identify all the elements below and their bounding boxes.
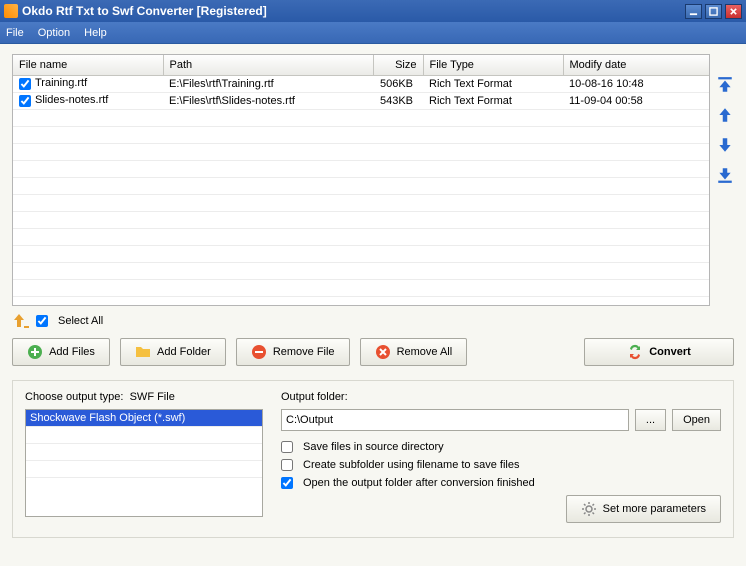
parent-folder-icon[interactable] <box>14 314 30 328</box>
cell-date: 11-09-04 00:58 <box>563 92 709 109</box>
col-filename[interactable]: File name <box>13 55 163 75</box>
menu-bar: File Option Help <box>0 22 746 44</box>
move-up-icon[interactable] <box>716 106 734 124</box>
convert-button[interactable]: Convert <box>584 338 734 366</box>
output-type-label: Choose output type: <box>25 391 123 403</box>
cell-date: 10-08-16 10:48 <box>563 75 709 92</box>
add-folder-button[interactable]: Add Folder <box>120 338 226 366</box>
menu-option[interactable]: Option <box>38 27 70 39</box>
opt-label: Create subfolder using filename to save … <box>303 459 519 471</box>
open-after-checkbox[interactable] <box>281 477 293 489</box>
cell-type: Rich Text Format <box>423 92 563 109</box>
save-in-source-checkbox[interactable] <box>281 441 293 453</box>
add-files-button[interactable]: Add Files <box>12 338 110 366</box>
cell-name: Training.rtf <box>35 77 87 89</box>
cell-path: E:\Files\rtf\Slides-notes.rtf <box>163 92 373 109</box>
select-all-label: Select All <box>58 315 103 327</box>
cell-size: 506KB <box>373 75 423 92</box>
set-more-parameters-button[interactable]: Set more parameters <box>566 495 721 523</box>
opt-label: Save files in source directory <box>303 441 444 453</box>
cell-type: Rich Text Format <box>423 75 563 92</box>
create-subfolder-checkbox[interactable] <box>281 459 293 471</box>
cell-path: E:\Files\rtf\Training.rtf <box>163 75 373 92</box>
col-path[interactable]: Path <box>163 55 373 75</box>
move-down-icon[interactable] <box>716 136 734 154</box>
gear-icon <box>581 501 597 517</box>
output-type-list[interactable]: Shockwave Flash Object (*.swf) <box>25 409 263 517</box>
table-row[interactable]: Training.rtf E:\Files\rtf\Training.rtf 5… <box>13 75 709 92</box>
list-item[interactable]: Shockwave Flash Object (*.swf) <box>26 410 262 426</box>
col-date[interactable]: Modify date <box>563 55 709 75</box>
menu-file[interactable]: File <box>6 27 24 39</box>
remove-all-icon <box>375 344 391 360</box>
maximize-button[interactable] <box>705 4 722 19</box>
reorder-arrows <box>716 54 734 306</box>
convert-icon <box>627 344 643 360</box>
col-size[interactable]: Size <box>373 55 423 75</box>
output-type-value: SWF File <box>130 391 175 403</box>
minimize-button[interactable] <box>685 4 702 19</box>
col-type[interactable]: File Type <box>423 55 563 75</box>
close-button[interactable] <box>725 4 742 19</box>
row-checkbox[interactable] <box>19 78 31 90</box>
output-folder-label: Output folder: <box>281 391 721 403</box>
select-all-checkbox[interactable] <box>36 315 48 327</box>
cell-name: Slides-notes.rtf <box>35 94 108 106</box>
remove-file-button[interactable]: Remove File <box>236 338 350 366</box>
cell-size: 543KB <box>373 92 423 109</box>
file-list[interactable]: File name Path Size File Type Modify dat… <box>12 54 710 306</box>
folder-icon <box>135 344 151 360</box>
open-button[interactable]: Open <box>672 409 721 431</box>
minus-icon <box>251 344 267 360</box>
browse-button[interactable]: ... <box>635 409 666 431</box>
menu-help[interactable]: Help <box>84 27 107 39</box>
remove-all-button[interactable]: Remove All <box>360 338 468 366</box>
window-title: Okdo Rtf Txt to Swf Converter [Registere… <box>22 4 682 18</box>
row-checkbox[interactable] <box>19 95 31 107</box>
app-icon <box>4 4 18 18</box>
output-folder-input[interactable] <box>281 409 629 431</box>
plus-icon <box>27 344 43 360</box>
move-bottom-icon[interactable] <box>716 166 734 184</box>
title-bar: Okdo Rtf Txt to Swf Converter [Registere… <box>0 0 746 22</box>
content-area: File name Path Size File Type Modify dat… <box>0 44 746 566</box>
move-top-icon[interactable] <box>716 76 734 94</box>
opt-label: Open the output folder after conversion … <box>303 477 535 489</box>
table-row[interactable]: Slides-notes.rtf E:\Files\rtf\Slides-not… <box>13 92 709 109</box>
